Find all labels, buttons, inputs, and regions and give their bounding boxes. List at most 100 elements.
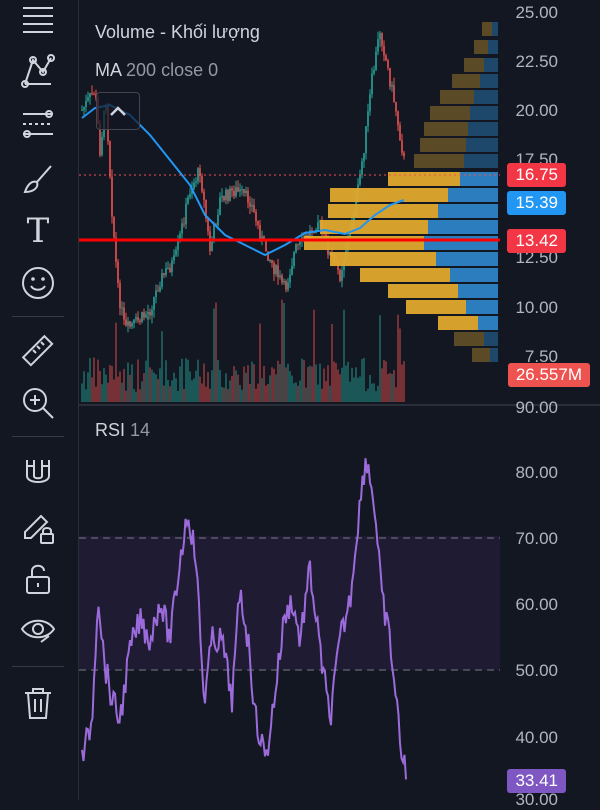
volume-profile-bar (428, 220, 498, 234)
volume-bar (327, 365, 329, 402)
volume-bar (403, 361, 405, 402)
candle-body (383, 45, 385, 56)
volume-bar (251, 361, 253, 402)
unlock-tool[interactable] (14, 558, 62, 600)
emoji-tool[interactable] (14, 262, 62, 304)
volume-bar (91, 377, 93, 402)
volume-bar (83, 371, 85, 402)
crosshair-lines-tool[interactable] (14, 0, 62, 42)
volume-bar (281, 299, 283, 402)
volume-profile-bar (388, 172, 460, 186)
volume-bar (119, 371, 121, 402)
volume-bar (359, 376, 361, 402)
volume-bar (283, 302, 285, 402)
candle-body (161, 273, 163, 287)
volume-bar (391, 373, 393, 402)
candle-body (387, 60, 389, 68)
volume-bar (127, 362, 129, 402)
volume-bar (399, 328, 401, 402)
zoom-in-tool[interactable] (14, 382, 62, 424)
candle-body (101, 136, 103, 156)
volume-bar (311, 366, 313, 402)
candle-body (395, 102, 397, 112)
magnet-tool[interactable] (14, 452, 62, 494)
candle-body (385, 55, 387, 61)
candle-body (157, 290, 159, 292)
candle-body (129, 321, 131, 327)
candle-body (133, 319, 135, 324)
candle-body (163, 273, 165, 275)
candle-body (295, 244, 297, 253)
volume-bar (279, 364, 281, 402)
magnet-icon (26, 460, 50, 483)
volume-bar (397, 314, 399, 402)
volume-bar (217, 360, 219, 402)
volume-bar (325, 381, 327, 402)
rsi-legend[interactable]: RSI 14 (95, 420, 150, 441)
ma-legend[interactable]: MA 200 close 0 (95, 60, 218, 81)
candle-body (233, 190, 235, 197)
text-tool[interactable]: T (14, 210, 62, 252)
volume-bar (275, 374, 277, 402)
volume-bar (137, 359, 139, 402)
volume-bar (171, 380, 173, 402)
volume-bar (191, 380, 193, 402)
volume-bar (101, 384, 103, 402)
candle-body (217, 214, 219, 226)
candle-body (183, 223, 185, 225)
volume-bar (243, 366, 245, 402)
volume-legend[interactable]: Volume - Khối lượng (95, 22, 260, 43)
rsi-value-tag: 33.41 (507, 769, 566, 793)
volume-bar (213, 308, 215, 402)
candle-body (87, 97, 89, 101)
volume-bar (383, 359, 385, 402)
fib-lines-tool[interactable] (14, 104, 62, 146)
volume-bar (197, 359, 199, 402)
volume-bar (167, 379, 169, 402)
volume-bar (329, 385, 331, 402)
eye-tool[interactable] (14, 608, 62, 650)
pattern-tool[interactable] (14, 50, 62, 92)
last-price-tag: 16.75 (507, 163, 566, 187)
price-axis-label: 20.00 (515, 101, 558, 120)
candle-body (187, 197, 189, 204)
volume-bar (105, 374, 107, 402)
candle-body (109, 141, 111, 177)
volume-bar (289, 371, 291, 402)
volume-bar (169, 386, 171, 402)
trash-tool[interactable] (14, 682, 62, 724)
volume-bar (295, 382, 297, 402)
volume-profile-bar (464, 58, 484, 72)
volume-bar (131, 364, 133, 402)
volume-bar (355, 367, 357, 402)
volume-bar (299, 380, 301, 402)
emoji-icon (22, 267, 54, 299)
candle-body (203, 191, 205, 200)
candle-body (359, 174, 361, 185)
volume-bar (389, 373, 391, 402)
volume-bar (107, 382, 109, 402)
ruler-tool[interactable] (14, 330, 62, 372)
ma-legend-params: 200 close 0 (126, 60, 219, 80)
drawing-toolbar: T (0, 0, 79, 800)
volume-bar (121, 382, 123, 402)
volume-profile-bar (492, 22, 498, 36)
volume-bar (175, 378, 177, 402)
volume-bar (367, 388, 369, 402)
volume-bar (267, 384, 269, 402)
candle-body (371, 73, 373, 95)
brush-tool[interactable] (14, 158, 62, 200)
unlock-icon (26, 564, 50, 594)
volume-bar (145, 360, 147, 402)
lock-drawing-tool[interactable] (14, 506, 62, 548)
collapse-legend-button[interactable] (96, 92, 140, 130)
volume-bar (231, 375, 233, 402)
price-axis-label: 22.50 (515, 52, 558, 71)
candle-body (241, 189, 243, 191)
volume-bar (195, 370, 197, 402)
volume-profile-bar (330, 188, 448, 202)
volume-profile-bar (448, 188, 498, 202)
candle-body (293, 252, 295, 267)
candle-body (375, 51, 377, 70)
volume-bar (253, 364, 255, 402)
